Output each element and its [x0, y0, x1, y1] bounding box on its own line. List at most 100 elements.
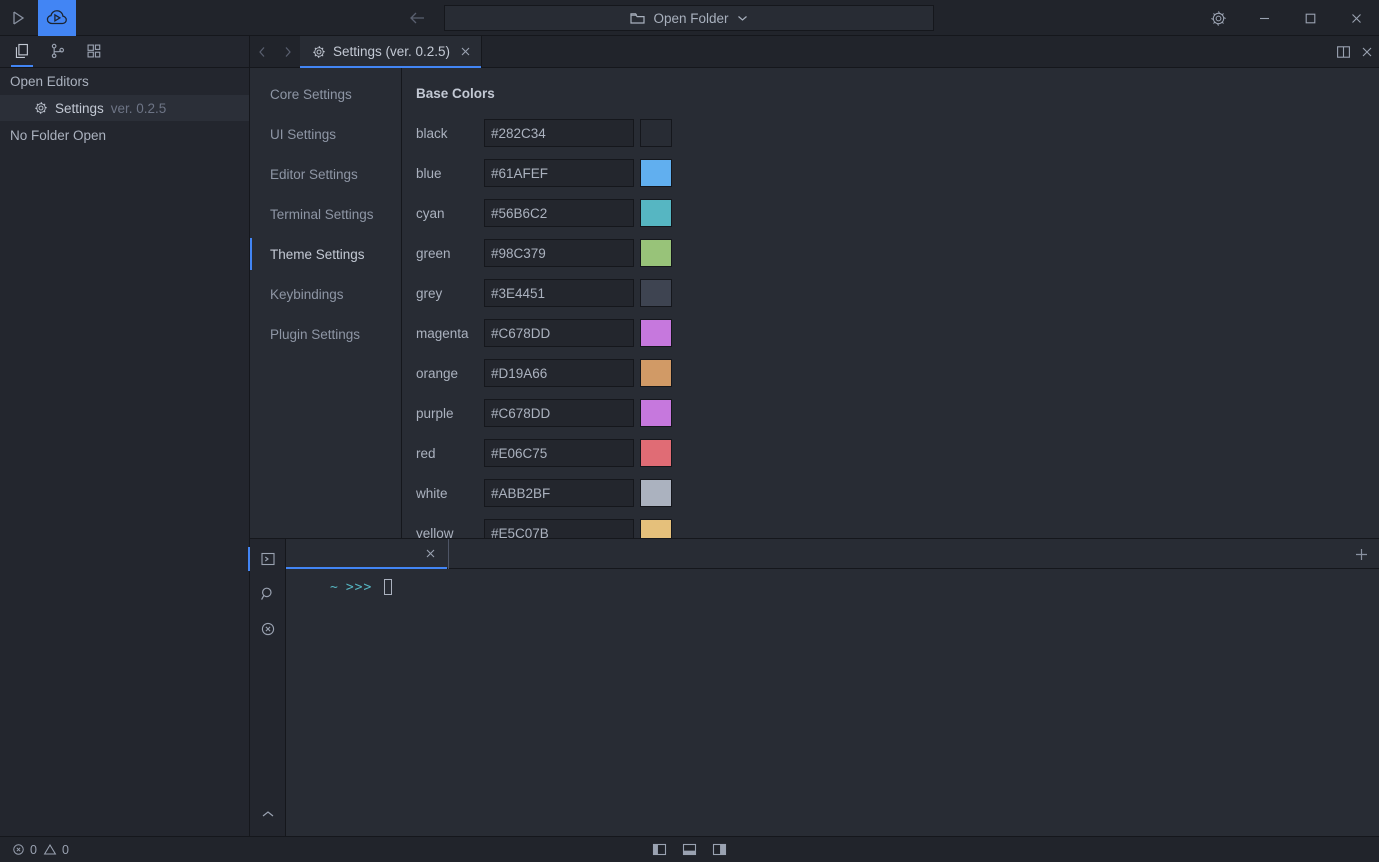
- minimize-icon[interactable]: [1241, 0, 1287, 36]
- folder-icon: [630, 12, 646, 25]
- color-label: cyan: [416, 205, 445, 221]
- maximize-icon[interactable]: [1287, 0, 1333, 36]
- cloud-play-icon[interactable]: [38, 0, 76, 36]
- color-value-input[interactable]: #D19A66: [484, 359, 634, 387]
- tab-label: Settings (ver. 0.2.5): [333, 44, 451, 59]
- settings-nav-terminal[interactable]: Terminal Settings: [250, 194, 401, 234]
- open-editor-name: Settings: [55, 100, 104, 116]
- main-row: Open Editors Settings ver. 0.2.5 No Fold…: [0, 35, 1379, 836]
- open-editor-item-settings[interactable]: Settings ver. 0.2.5: [0, 95, 249, 121]
- chevron-right-icon[interactable]: [275, 36, 300, 68]
- open-editor-version: ver. 0.2.5: [110, 100, 167, 116]
- color-row: magenta #C678DD: [416, 313, 1379, 353]
- color-label: purple: [416, 405, 454, 421]
- open-folder-label: Open Folder: [653, 10, 729, 26]
- chevron-up-icon[interactable]: [253, 800, 283, 828]
- gear-icon[interactable]: [1195, 0, 1241, 36]
- color-list: black #282C34 blue #61AFEF cyan #56B6C2 green #…: [416, 113, 1379, 538]
- color-value-input[interactable]: #98C379: [484, 239, 634, 267]
- settings-nav-keybindings[interactable]: Keybindings: [250, 274, 401, 314]
- color-row: yellow #E5C07B: [416, 513, 1379, 538]
- color-value-input[interactable]: #282C34: [484, 119, 634, 147]
- section-title: Base Colors: [416, 86, 495, 101]
- color-swatch[interactable]: [640, 319, 672, 347]
- close-icon[interactable]: [460, 46, 471, 57]
- color-swatch[interactable]: [640, 439, 672, 467]
- color-label: white: [416, 485, 448, 501]
- split-editor-icon[interactable]: [1331, 36, 1355, 68]
- source-control-icon[interactable]: [40, 35, 76, 67]
- chevron-left-icon[interactable]: [250, 36, 275, 68]
- color-row: red #E06C75: [416, 433, 1379, 473]
- clear-icon[interactable]: [253, 615, 283, 643]
- panel-body: ~ >>>: [286, 538, 1379, 836]
- open-folder-button[interactable]: Open Folder: [444, 5, 934, 31]
- play-outline-icon[interactable]: [0, 0, 38, 36]
- terminal-tab[interactable]: [286, 538, 449, 569]
- gear-icon: [34, 101, 48, 115]
- color-label: red: [416, 445, 436, 461]
- color-value-input[interactable]: #ABB2BF: [484, 479, 634, 507]
- color-value-input[interactable]: #E06C75: [484, 439, 634, 467]
- color-label: orange: [416, 365, 459, 381]
- tab-bar-actions: [1331, 36, 1379, 68]
- explorer-icon[interactable]: [4, 35, 40, 67]
- extensions-icon[interactable]: [76, 35, 112, 67]
- color-swatch[interactable]: [640, 199, 672, 227]
- search-icon[interactable]: [253, 580, 283, 608]
- color-label: yellow: [416, 525, 454, 539]
- color-value-input[interactable]: #C678DD: [484, 319, 634, 347]
- terminal-cursor: [384, 579, 393, 595]
- window-controls: [1195, 0, 1379, 36]
- color-value-input[interactable]: #C678DD: [484, 399, 634, 427]
- sidebar-icon-strip: [0, 36, 249, 68]
- color-swatch[interactable]: [640, 159, 672, 187]
- toggle-split-icon[interactable]: [711, 841, 729, 859]
- close-icon[interactable]: [1355, 36, 1379, 68]
- settings-nav-editor[interactable]: Editor Settings: [250, 154, 401, 194]
- color-row: orange #D19A66: [416, 353, 1379, 393]
- color-label: green: [416, 245, 451, 261]
- color-row: green #98C379: [416, 233, 1379, 273]
- color-swatch[interactable]: [640, 239, 672, 267]
- close-icon[interactable]: [1333, 0, 1379, 36]
- color-value-input[interactable]: #61AFEF: [484, 159, 634, 187]
- toggle-sidebar-icon[interactable]: [651, 841, 669, 859]
- color-label: blue: [416, 165, 442, 181]
- color-swatch[interactable]: [640, 479, 672, 507]
- terminal-output[interactable]: ~ >>>: [286, 569, 1379, 836]
- toggle-panel-icon[interactable]: [681, 841, 699, 859]
- settings-nav-theme[interactable]: Theme Settings: [250, 234, 401, 274]
- color-value-input[interactable]: #3E4451: [484, 279, 634, 307]
- color-row: black #282C34: [416, 113, 1379, 153]
- panel-tab-bar: [286, 538, 1379, 569]
- status-layout-toggles: [0, 841, 1379, 859]
- color-swatch[interactable]: [640, 359, 672, 387]
- plus-icon[interactable]: [1354, 539, 1369, 569]
- color-swatch[interactable]: [640, 399, 672, 427]
- color-swatch[interactable]: [640, 119, 672, 147]
- terminal-icon[interactable]: [247, 545, 283, 573]
- settings-page: Core Settings UI Settings Editor Setting…: [250, 68, 1379, 538]
- application-window: Open Folder Open Editors Settings ver. 0…: [0, 0, 1379, 862]
- close-icon[interactable]: [425, 548, 436, 559]
- settings-nav-core[interactable]: Core Settings: [250, 74, 401, 114]
- terminal-prompt-symbol: >>>: [345, 579, 373, 595]
- gear-icon: [312, 45, 326, 59]
- open-editors-header[interactable]: Open Editors: [0, 68, 249, 95]
- arrow-left-icon[interactable]: [406, 7, 428, 29]
- color-label: grey: [416, 285, 443, 301]
- color-row: white #ABB2BF: [416, 473, 1379, 513]
- terminal-prompt-line: ~ >>>: [330, 579, 1379, 595]
- settings-nav-plugin[interactable]: Plugin Settings: [250, 314, 401, 354]
- color-row: blue #61AFEF: [416, 153, 1379, 193]
- editor-column: Settings (ver. 0.2.5) Core Settings UI S…: [247, 35, 1379, 836]
- color-swatch[interactable]: [640, 519, 672, 538]
- settings-nav-ui[interactable]: UI Settings: [250, 114, 401, 154]
- color-swatch[interactable]: [640, 279, 672, 307]
- color-row: grey #3E4451: [416, 273, 1379, 313]
- tab-settings[interactable]: Settings (ver. 0.2.5): [300, 35, 483, 68]
- color-value-input[interactable]: #56B6C2: [484, 199, 634, 227]
- color-label: magenta: [416, 325, 469, 341]
- color-value-input[interactable]: #E5C07B: [484, 519, 634, 538]
